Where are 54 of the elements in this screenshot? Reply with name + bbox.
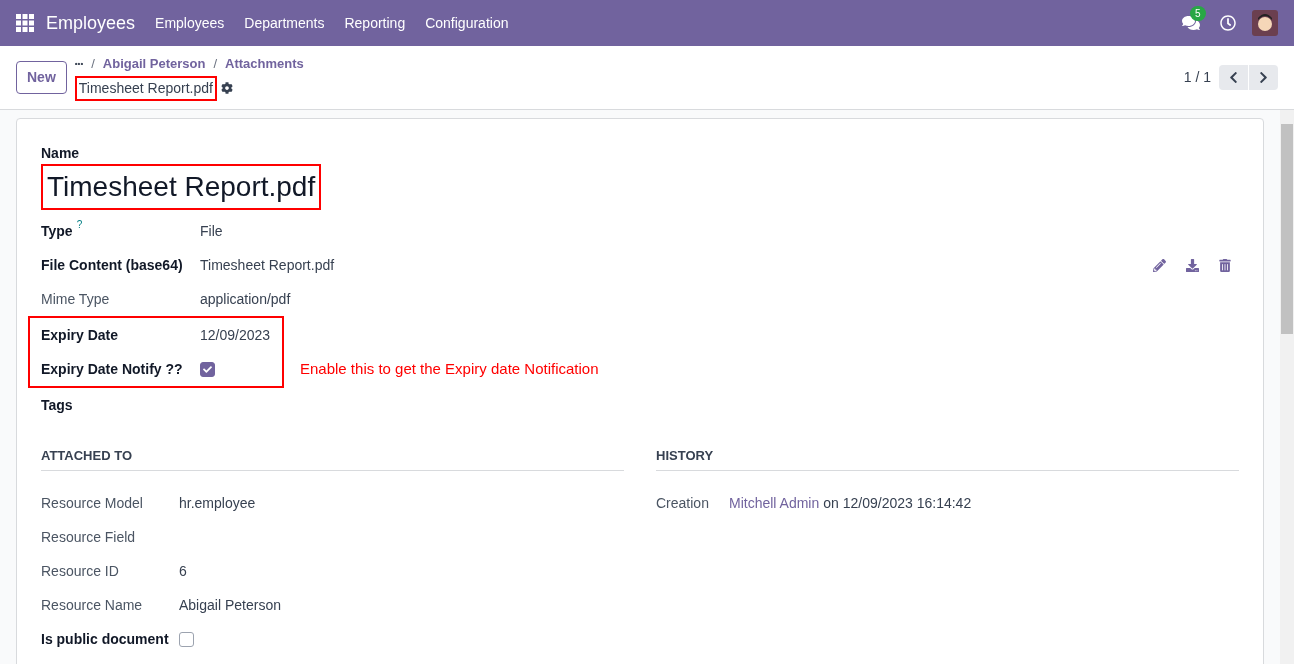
section-heading: ATTACHED TO — [41, 446, 624, 471]
field-label: Tags — [41, 395, 73, 415]
field-label: File Content (base64) — [41, 255, 183, 275]
checkbox[interactable] — [200, 361, 215, 377]
checkbox[interactable] — [179, 632, 194, 647]
new-button[interactable]: New — [16, 61, 67, 94]
breadcrumb-link[interactable]: Attachments — [225, 54, 304, 74]
field-label: Resource Field — [41, 528, 136, 547]
scrollbar[interactable] — [1280, 110, 1294, 664]
field-label: Creation — [656, 494, 710, 513]
annotation-note: Enable this to get the Expiry date Notification — [300, 358, 599, 379]
field-value: 12/09/2023 — [200, 325, 271, 345]
field-label: Expiry Date Notify ?? — [41, 359, 183, 379]
menu-item[interactable]: Configuration — [425, 12, 509, 34]
field-value: Abigail Peterson — [179, 596, 281, 615]
pager-value: 1 / 1 — [1183, 68, 1211, 87]
field-value: Timesheet Report.pdf — [200, 255, 335, 275]
breadcrumb-link[interactable]: Abigail Peterson — [102, 54, 206, 74]
field-value: hr.employee — [179, 494, 256, 513]
menu-item[interactable]: Employees — [155, 12, 225, 34]
edit-icon[interactable] — [1153, 258, 1166, 272]
field-value: File — [200, 221, 223, 241]
help-tooltip[interactable]: ? — [76, 216, 83, 232]
field-value: application/pdf — [200, 289, 291, 309]
app-title[interactable]: Employees — [46, 9, 136, 37]
field-label: Resource Model — [41, 494, 143, 513]
field-label: Type — [41, 221, 73, 241]
field-label: Resource Name — [41, 596, 143, 615]
app-grid-icon[interactable] — [16, 14, 34, 32]
field-label: Expiry Date — [41, 325, 119, 345]
avatar-icon[interactable] — [1252, 10, 1278, 36]
field-label: Mime Type — [41, 289, 110, 309]
breadcrumb-separator: / — [91, 55, 95, 74]
name-field[interactable]: Timesheet Report.pdf — [41, 164, 322, 210]
settings-icon[interactable] — [220, 82, 233, 95]
check-icon — [203, 364, 212, 374]
field-value: 6 — [179, 562, 187, 581]
clock-icon[interactable] — [1220, 15, 1236, 31]
record-title: Timesheet Report.pdf — [74, 75, 217, 101]
creation-date: on 12/09/2023 16:14:42 — [823, 494, 972, 513]
chevron-left-icon — [1228, 71, 1239, 84]
user-link[interactable]: Mitchell Admin — [729, 493, 820, 514]
download-icon[interactable] — [1186, 258, 1199, 272]
field-label: Name — [41, 144, 81, 163]
notification-badge: 5 — [1190, 6, 1206, 21]
menu-item[interactable]: Departments — [244, 12, 325, 34]
menu-item[interactable]: Reporting — [344, 12, 406, 34]
breadcrumb-separator: / — [213, 55, 218, 74]
breadcrumb-more[interactable]: ••• — [74, 58, 84, 70]
field-label: Resource ID — [41, 562, 119, 581]
trash-icon[interactable] — [1219, 258, 1231, 272]
field-label: Is public document — [41, 630, 169, 649]
chevron-right-icon — [1258, 71, 1269, 84]
section-heading: HISTORY — [656, 446, 1239, 471]
